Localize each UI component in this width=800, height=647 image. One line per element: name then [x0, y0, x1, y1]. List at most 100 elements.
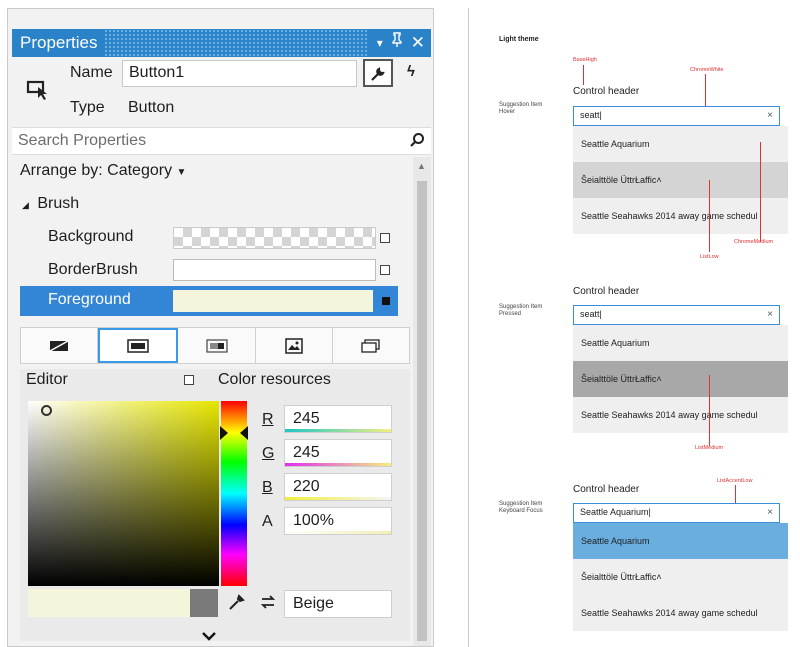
- hue-slider-handle-left[interactable]: [220, 426, 228, 440]
- tab-resource-brush[interactable]: [333, 328, 409, 363]
- events-tool-button[interactable]: ϟ: [396, 59, 426, 87]
- annotation-line: [709, 375, 710, 446]
- hue-slider-handle-right[interactable]: [240, 426, 248, 440]
- clear-icon[interactable]: ×: [767, 306, 773, 323]
- search-box-3[interactable]: Seattle Aquarium| ×: [573, 503, 780, 523]
- selected-color-preview: [28, 589, 190, 617]
- suggestion-item[interactable]: Seattle Aquarium: [573, 126, 788, 162]
- tab-null-brush[interactable]: [21, 328, 99, 363]
- element-type-icon: [24, 74, 54, 104]
- brush-type-tabs: [20, 327, 410, 364]
- scrollbar[interactable]: ▲: [413, 157, 431, 646]
- a-field[interactable]: 100%: [284, 507, 392, 535]
- b-field[interactable]: 220: [284, 473, 392, 501]
- eyedropper-icon[interactable]: [228, 593, 246, 616]
- annotation-chromewhite: ChromeWhite: [690, 67, 724, 73]
- properties-titlebar: Properties ▾ ✕: [12, 29, 431, 57]
- color-resources-label: Color resources: [218, 371, 331, 388]
- annotation-listlow: ListLow: [700, 254, 719, 260]
- annotation-listmedium: ListMedium: [695, 445, 724, 451]
- tab-tile-brush[interactable]: [256, 328, 333, 363]
- brush-group-label: Brush: [37, 195, 80, 212]
- control-header-1: Control header: [573, 86, 640, 97]
- search-text-2: seatt|: [580, 309, 602, 319]
- clear-icon[interactable]: ×: [767, 107, 773, 124]
- a-value: 100%: [293, 512, 334, 529]
- swap-arrows-icon[interactable]: [259, 593, 277, 616]
- borderbrush-swatch[interactable]: [173, 259, 376, 281]
- suggestion-item[interactable]: Seattle Seahawks 2014 away game schedul: [573, 397, 788, 433]
- color-picker-canvas[interactable]: [28, 401, 219, 586]
- tab-gradient-brush[interactable]: [178, 328, 256, 363]
- side-label-keyboard-focus: Suggestion Item Keyboard Focus: [499, 501, 543, 514]
- color-picker-handle[interactable]: [41, 405, 52, 416]
- annotation-listaccentlow: ListAccentLow: [717, 478, 753, 484]
- search-properties-field[interactable]: Search Properties: [12, 127, 431, 155]
- search-icon[interactable]: [409, 132, 425, 153]
- side-label-pressed: Suggestion Item Pressed: [499, 304, 543, 317]
- foreground-advanced-square[interactable]: [382, 297, 390, 305]
- hue-slider[interactable]: [220, 401, 248, 586]
- screenshot-root: Properties ▾ ✕ Name Button1 ϟ Type Butto…: [0, 0, 800, 647]
- type-value: Button: [128, 99, 175, 116]
- properties-tool-button[interactable]: [363, 59, 393, 87]
- annotation-line: [760, 142, 761, 242]
- suggestion-item-hover[interactable]: Šeialttöle ÜttrŁaffic˄: [573, 162, 788, 198]
- collapse-triangle-icon: ◢: [22, 200, 29, 210]
- r-gradient-bar: [285, 429, 391, 432]
- suggestion-item[interactable]: Šeialttöle ÜttrŁaffic˄: [573, 559, 788, 595]
- arrange-label: Arrange by: Category: [20, 162, 173, 179]
- b-label: B: [262, 479, 273, 496]
- suggestion-item-pressed[interactable]: Šeialttöle ÜttrŁaffic˄: [573, 361, 788, 397]
- annotation-line: [709, 180, 710, 252]
- suggestion-item[interactable]: Seattle Seahawks 2014 away game schedul: [573, 198, 788, 234]
- clear-icon[interactable]: ×: [767, 504, 773, 521]
- g-field[interactable]: 245: [284, 439, 392, 467]
- b-value: 220: [293, 478, 320, 495]
- arrange-by-dropdown[interactable]: Arrange by: Category ▼: [20, 162, 186, 180]
- color-name-field[interactable]: Beige: [284, 590, 392, 618]
- close-icon[interactable]: ✕: [411, 29, 425, 57]
- suggestion-item-keyboard-focus[interactable]: Seattle Aquarium: [573, 523, 788, 559]
- scroll-up-icon[interactable]: ▲: [417, 161, 426, 171]
- pin-icon[interactable]: [391, 29, 403, 57]
- background-swatch[interactable]: [173, 227, 376, 249]
- brush-group-header[interactable]: ◢ Brush: [22, 195, 79, 213]
- color-name-value: Beige: [293, 595, 334, 612]
- panel-title: Properties: [12, 29, 106, 57]
- foreground-swatch[interactable]: [173, 290, 373, 312]
- foreground-label: Foreground: [48, 291, 131, 308]
- annotation-line: [583, 65, 584, 85]
- annotation-basehigh: BaseHigh: [573, 57, 597, 63]
- search-box-2[interactable]: seatt| ×: [573, 305, 780, 325]
- r-label: R: [262, 411, 274, 428]
- g-gradient-bar: [285, 463, 391, 466]
- search-text-3: Seattle Aquarium|: [580, 507, 651, 517]
- search-box-1[interactable]: seatt| ×: [573, 106, 780, 126]
- properties-panel: Properties ▾ ✕ Name Button1 ϟ Type Butto…: [7, 8, 434, 647]
- tab-solid-brush[interactable]: [98, 328, 179, 363]
- r-field[interactable]: 245: [284, 405, 392, 433]
- background-advanced-square[interactable]: [380, 233, 390, 243]
- type-label: Type: [70, 99, 105, 116]
- editor-label: Editor: [26, 371, 68, 388]
- name-field[interactable]: Button1: [122, 60, 357, 87]
- foreground-row[interactable]: Foreground: [20, 286, 398, 316]
- scrollbar-thumb[interactable]: [417, 181, 427, 641]
- background-label: Background: [48, 228, 134, 245]
- b-gradient-bar: [285, 497, 391, 500]
- borderbrush-advanced-square[interactable]: [380, 265, 390, 275]
- borderbrush-label: BorderBrush: [48, 261, 138, 278]
- control-header-2: Control header: [573, 286, 640, 297]
- r-value: 245: [293, 410, 320, 427]
- dropdown-arrow-icon: ▼: [176, 167, 187, 178]
- annotation-chromemedium: ChromeMedium: [734, 239, 774, 245]
- dropdown-icon[interactable]: ▾: [377, 29, 383, 57]
- editor-expand-square[interactable]: [184, 375, 194, 385]
- side-label-hover: Suggestion Item Hover: [499, 102, 543, 115]
- suggestion-item[interactable]: Seattle Aquarium: [573, 325, 788, 361]
- expand-chevron-icon[interactable]: [201, 629, 217, 646]
- a-label: A: [262, 513, 273, 530]
- search-input: Search Properties: [18, 132, 147, 149]
- suggestion-item[interactable]: Seattle Seahawks 2014 away game schedul: [573, 595, 788, 631]
